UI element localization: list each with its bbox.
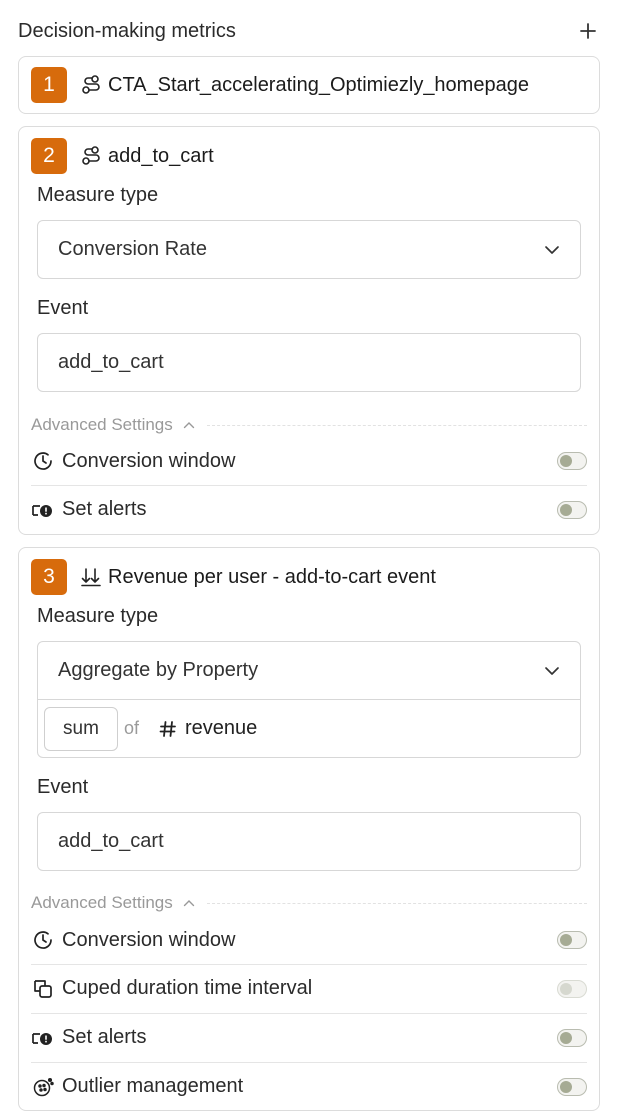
measure-type-value: Aggregate by Property [58, 659, 259, 681]
metric-name: CTA_Start_accelerating_Optimiezly_homepa… [108, 73, 529, 96]
chevron-up-icon [183, 899, 195, 907]
plus-icon [580, 23, 596, 39]
setting-conversion-window: Conversion window [31, 916, 587, 964]
hash-icon [159, 720, 177, 738]
setting-conversion-window: Conversion window [31, 437, 587, 485]
property-name: revenue [185, 717, 258, 739]
event-value: add_to_cart [58, 830, 164, 852]
metric-number-badge: 3 [31, 559, 67, 595]
alert-icon [31, 1026, 55, 1050]
event-field[interactable]: add_to_cart [37, 333, 581, 392]
conversion-path-icon [80, 74, 102, 96]
measure-type-value: Conversion Rate [58, 238, 207, 260]
setting-outlier-management: Outlier management [31, 1062, 587, 1110]
set-alerts-toggle[interactable] [557, 500, 587, 519]
divider [206, 424, 587, 426]
setting-label: Set alerts [62, 1026, 147, 1048]
add-metric-button[interactable] [574, 17, 602, 45]
setting-label: Outlier management [62, 1075, 244, 1097]
aggregate-function-select[interactable]: sum [44, 706, 118, 751]
aggregate-row: sum of revenue [38, 699, 580, 757]
advanced-settings-label: Advanced Settings [31, 415, 173, 434]
conversion-window-toggle[interactable] [557, 452, 587, 470]
setting-set-alerts: Set alerts [31, 1013, 587, 1061]
conversion-path-icon [80, 145, 102, 167]
measure-type-select[interactable]: Conversion Rate [37, 220, 581, 279]
outlier-management-toggle[interactable] [557, 1077, 587, 1096]
event-label: Event [37, 776, 89, 798]
alert-icon [31, 498, 55, 522]
setting-cuped-duration: Cuped duration time interval [31, 964, 587, 1012]
measure-type-label: Measure type [37, 184, 159, 206]
metric-name: add_to_cart [108, 144, 214, 167]
chevron-up-icon [183, 421, 195, 429]
advanced-settings-toggle[interactable]: Advanced Settings [31, 890, 587, 916]
outlier-icon [31, 1075, 55, 1099]
of-label: of [124, 718, 140, 738]
metric-header: 3 Revenue per user - add-to-cart event [31, 558, 436, 596]
setting-label: Conversion window [62, 449, 236, 472]
double-arrow-down-icon [80, 566, 102, 588]
copy-squares-icon [31, 977, 55, 1001]
divider [206, 902, 587, 904]
page-title: Decision-making metrics [18, 19, 236, 42]
metric-card-1[interactable]: 1 CTA_Start_accelerating_Optimiezly_home… [18, 56, 600, 114]
conversion-window-toggle[interactable] [557, 931, 587, 949]
advanced-settings-label: Advanced Settings [31, 893, 173, 912]
event-value: add_to_cart [58, 351, 164, 373]
metric-name: Revenue per user - add-to-cart event [108, 565, 436, 588]
metric-header: 2 add_to_cart [31, 137, 214, 175]
setting-label: Conversion window [62, 928, 236, 951]
chevron-down-icon [545, 245, 559, 254]
cuped-duration-toggle[interactable] [557, 979, 587, 998]
measure-type-select[interactable]: Aggregate by Property sum of revenue [37, 641, 581, 758]
advanced-settings-toggle[interactable]: Advanced Settings [31, 412, 587, 438]
measure-type-label: Measure type [37, 605, 159, 627]
event-field[interactable]: add_to_cart [37, 812, 581, 871]
setting-label: Cuped duration time interval [62, 977, 313, 999]
section-header: Decision-making metrics [18, 14, 602, 48]
set-alerts-toggle[interactable] [557, 1028, 587, 1047]
metric-number-badge: 1 [31, 67, 67, 103]
metric-number-badge: 2 [31, 138, 67, 174]
clock-icon [31, 928, 55, 952]
chevron-down-icon [545, 666, 559, 675]
metric-card-2[interactable]: 2 add_to_cart Measure type Conversion Ra… [18, 126, 600, 535]
clock-icon [31, 449, 55, 473]
metric-card-3[interactable]: 3 Revenue per user - add-to-cart event M… [18, 547, 600, 1111]
property-select[interactable]: revenue [159, 717, 257, 740]
metric-header: 1 CTA_Start_accelerating_Optimiezly_home… [31, 66, 529, 104]
setting-set-alerts: Set alerts [31, 485, 587, 533]
event-label: Event [37, 297, 89, 319]
setting-label: Set alerts [62, 498, 147, 520]
